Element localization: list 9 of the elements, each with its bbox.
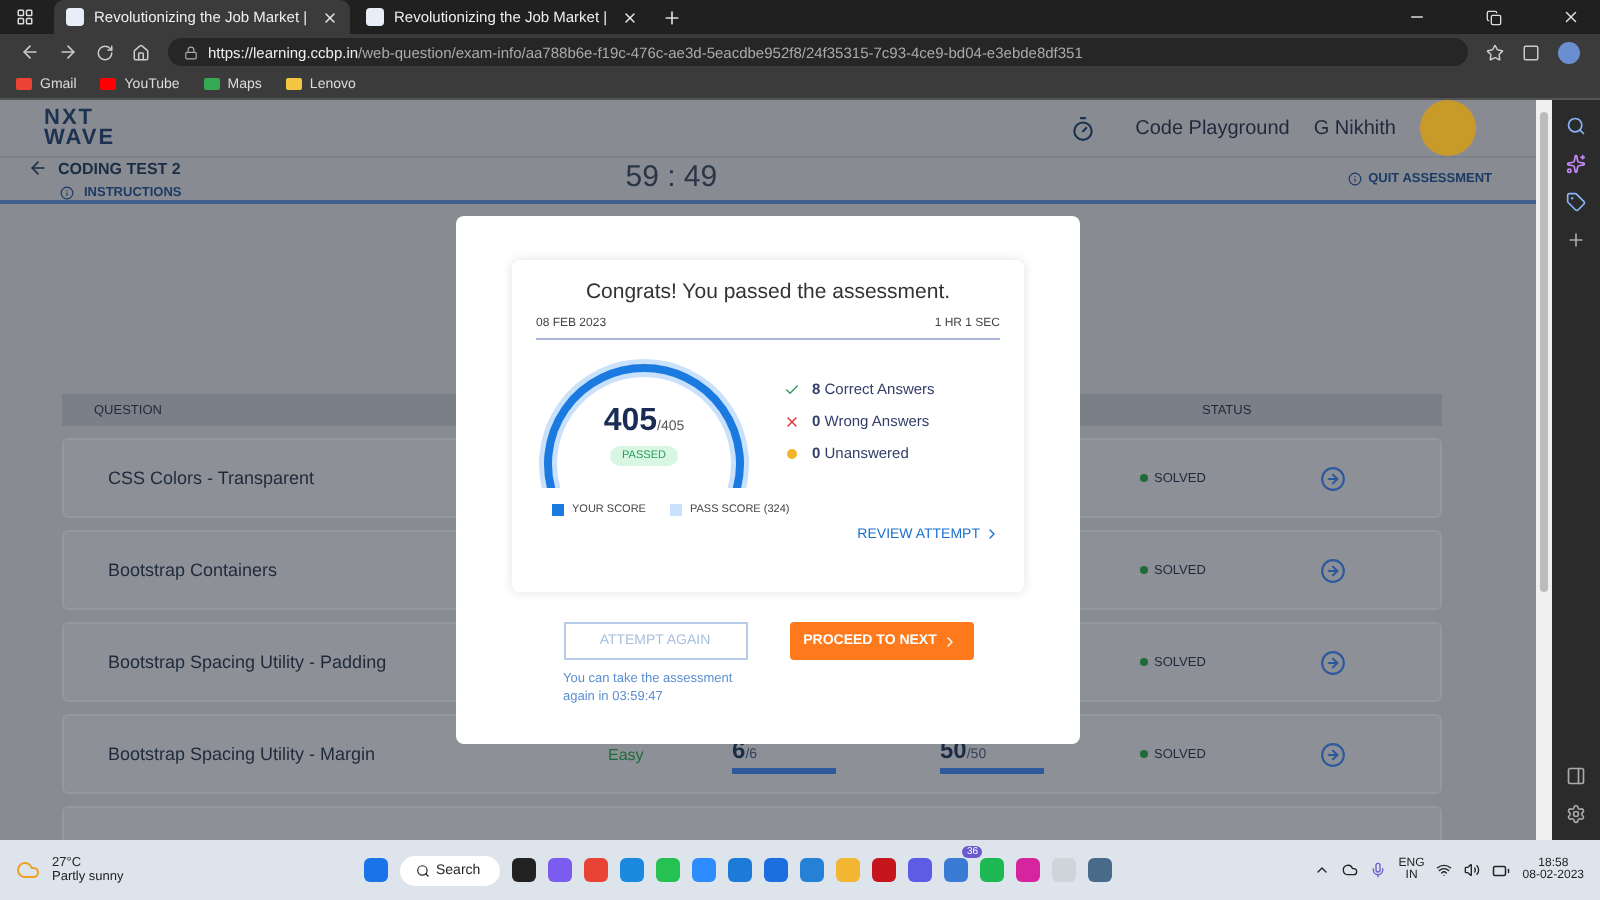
question-title: Bootstrap Spacing Utility - Margin	[108, 744, 378, 764]
user-name: G Nikhith	[1313, 117, 1396, 139]
question-title: CSS Colors - Transparent	[108, 468, 317, 488]
test-title: CODING TEST 2	[58, 159, 181, 177]
question-title: Bootstrap Containers	[108, 560, 280, 580]
dialog-title: Congrats! You passed the assessment.	[583, 280, 953, 304]
question-title: Bootstrap Spacing Utility - Padding	[108, 652, 389, 672]
difficulty-label: Easy	[608, 745, 646, 763]
countdown-timer: 59 : 49	[625, 162, 718, 190]
